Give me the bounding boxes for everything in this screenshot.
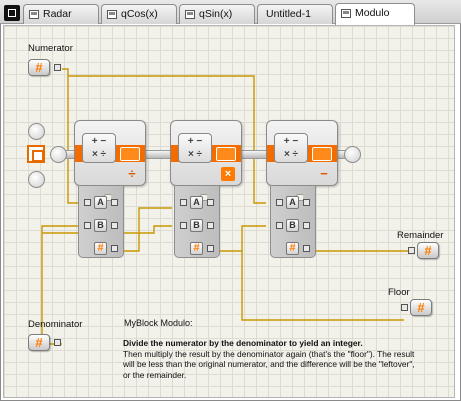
plug-result[interactable]: #: [190, 242, 203, 255]
subtract-icon: −: [320, 166, 328, 181]
tab-label: Radar: [43, 8, 72, 20]
output-result-port[interactable]: [303, 245, 310, 252]
data-plug-icon: [216, 147, 236, 161]
remainder-input-port[interactable]: [408, 247, 415, 254]
output-b-port[interactable]: [111, 222, 118, 229]
output-a-port[interactable]: [207, 199, 214, 206]
data-hub-divide: A B #: [78, 186, 124, 258]
program-icon: [107, 10, 117, 19]
denominator-input[interactable]: #: [28, 334, 50, 351]
plug-result[interactable]: #: [286, 242, 299, 255]
multiply-icon: ×: [221, 167, 235, 181]
data-hub-subtract: A B #: [270, 186, 316, 258]
floor-output[interactable]: #: [410, 299, 432, 316]
floor-label: Floor: [388, 287, 410, 298]
math-block-subtract[interactable]: + − × ÷ −: [266, 120, 338, 186]
data-plug-icon: [120, 147, 140, 161]
comment-body: Then multiply the result by the denomina…: [123, 348, 415, 380]
comment-lead: Divide the numerator by the denominator …: [123, 338, 363, 348]
plug-b[interactable]: B: [190, 219, 203, 232]
denominator-label: Denominator: [28, 319, 83, 330]
remainder-output[interactable]: #: [417, 242, 439, 259]
input-a-port[interactable]: [180, 199, 187, 206]
number-icon: #: [35, 335, 43, 350]
input-b-port[interactable]: [84, 222, 91, 229]
comment-title: MyBlock Modulo:: [124, 318, 193, 328]
output-b-port[interactable]: [303, 222, 310, 229]
tab-modulo[interactable]: Modulo: [335, 3, 415, 25]
math-block-divide[interactable]: + − × ÷ ÷: [74, 120, 146, 186]
numerator-label: Numerator: [28, 43, 73, 54]
math-block-multiply[interactable]: + − × ÷ ×: [170, 120, 242, 186]
floor-input-port[interactable]: [401, 304, 408, 311]
math-icon: + − × ÷: [178, 133, 212, 163]
beam-endcap-right: [344, 146, 361, 163]
beam-endcap-top: [28, 123, 45, 140]
wire-result1-to-a2: [119, 207, 172, 252]
document-icon[interactable]: [4, 5, 20, 21]
data-plug-icon: [312, 147, 332, 161]
plug-result[interactable]: #: [94, 242, 107, 255]
data-hub-multiply: A B #: [174, 186, 220, 258]
input-a-port[interactable]: [84, 199, 91, 206]
tab-radar[interactable]: Radar: [23, 4, 99, 24]
tab-bar: Radar qCos(x) qSin(x) Untitled-1 Modulo: [0, 0, 461, 25]
numerator-output-port[interactable]: [54, 64, 61, 71]
comment-text: Divide the numerator by the denominator …: [123, 338, 423, 380]
denominator-output-port[interactable]: [54, 339, 61, 346]
input-b-port[interactable]: [180, 222, 187, 229]
plug-a[interactable]: A: [286, 196, 299, 209]
output-result-port[interactable]: [111, 245, 118, 252]
output-b-port[interactable]: [207, 222, 214, 229]
input-a-port[interactable]: [276, 199, 283, 206]
wire-result2-to-b3: [215, 225, 266, 252]
number-icon: #: [417, 300, 425, 315]
remainder-label: Remainder: [397, 230, 444, 241]
tab-qsin[interactable]: qSin(x): [179, 4, 255, 24]
plug-b[interactable]: B: [94, 219, 107, 232]
beam-endcap-bottom: [28, 171, 45, 188]
tab-label: Modulo: [355, 7, 390, 19]
math-icon: + − × ÷: [274, 133, 308, 163]
program-icon: [341, 9, 351, 18]
tab-qcos[interactable]: qCos(x): [101, 4, 177, 24]
output-a-port[interactable]: [303, 199, 310, 206]
divide-icon: ÷: [128, 166, 136, 181]
output-result-port[interactable]: [207, 245, 214, 252]
program-icon: [185, 10, 195, 19]
number-icon: #: [35, 60, 43, 75]
wire-result2-to-floor: [241, 251, 404, 321]
beam-joint: [50, 146, 67, 163]
tab-label: Untitled-1: [266, 8, 311, 20]
plug-a[interactable]: A: [94, 196, 107, 209]
program-icon: [29, 10, 39, 19]
input-b-port[interactable]: [276, 222, 283, 229]
start-point-icon[interactable]: [27, 145, 45, 163]
plug-a[interactable]: A: [190, 196, 203, 209]
tab-untitled-1[interactable]: Untitled-1: [257, 4, 333, 24]
numerator-input[interactable]: #: [28, 59, 50, 76]
number-icon: #: [424, 243, 432, 258]
tab-label: qCos(x): [121, 8, 158, 20]
tab-label: qSin(x): [199, 8, 233, 20]
output-a-port[interactable]: [111, 199, 118, 206]
math-icon: + − × ÷: [82, 133, 116, 163]
plug-b[interactable]: B: [286, 219, 299, 232]
